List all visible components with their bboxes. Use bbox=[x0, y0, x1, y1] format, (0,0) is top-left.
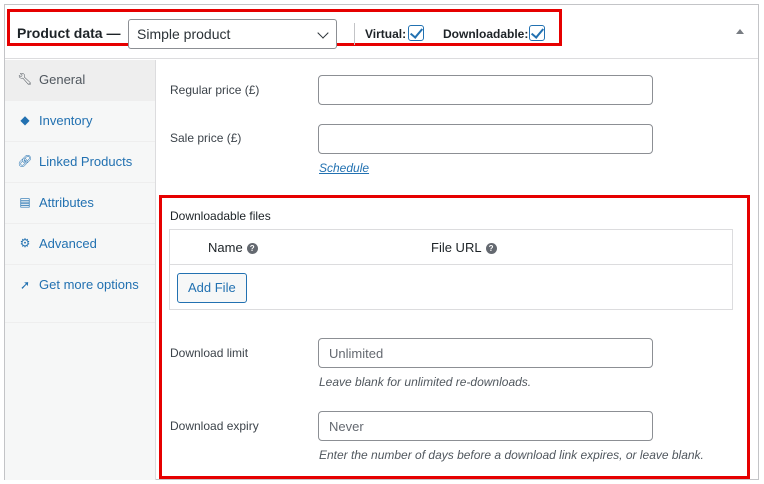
panel-header: Product data — Simple product Virtual: D… bbox=[5, 5, 758, 59]
help-icon[interactable]: ? bbox=[485, 243, 497, 254]
virtual-label: Virtual: bbox=[365, 27, 407, 41]
header-divider bbox=[354, 23, 355, 45]
gear-icon: ⚙ bbox=[19, 236, 31, 250]
collapse-arrow-icon[interactable] bbox=[736, 29, 744, 34]
downloadable-files-table: Name? File URL? Add File bbox=[169, 229, 733, 310]
add-file-button[interactable]: Add File bbox=[177, 273, 247, 303]
sale-price-input[interactable] bbox=[318, 124, 653, 154]
column-name-label: Name bbox=[208, 240, 243, 255]
tab-linked-products[interactable]: 🔗︎ Linked Products bbox=[5, 142, 155, 183]
product-type-select[interactable]: Simple product bbox=[128, 19, 337, 49]
tab-advanced[interactable]: ⚙ Advanced bbox=[5, 224, 155, 265]
tab-general[interactable]: 🔧︎ General bbox=[5, 60, 155, 101]
table-header: Name? File URL? bbox=[170, 230, 732, 265]
tab-get-more-options-text: ➚ Get more options bbox=[17, 275, 139, 295]
help-icon[interactable]: ? bbox=[246, 243, 258, 254]
virtual-checkbox[interactable] bbox=[408, 25, 424, 41]
download-expiry-label: Download expiry bbox=[170, 419, 259, 433]
product-data-tabs: 🔧︎ General ◆ Inventory 🔗︎ Linked Product… bbox=[5, 60, 156, 480]
download-limit-label: Download limit bbox=[170, 346, 249, 360]
download-expiry-input[interactable] bbox=[318, 411, 653, 441]
list-icon: ▤ bbox=[19, 195, 31, 209]
tab-advanced-label: Advanced bbox=[39, 236, 97, 251]
download-limit-input[interactable] bbox=[318, 338, 653, 368]
product-data-panel: Product data — Simple product Virtual: D… bbox=[4, 4, 759, 480]
link-icon: 🔗︎ bbox=[17, 154, 33, 168]
tag-icon: ◆ bbox=[20, 113, 30, 127]
column-name: Name? bbox=[208, 240, 258, 255]
tab-attributes-label: Attributes bbox=[39, 195, 94, 210]
column-file-url-label: File URL bbox=[431, 240, 482, 255]
wrench-icon: 🔧︎ bbox=[17, 72, 33, 86]
tab-inventory[interactable]: ◆ Inventory bbox=[5, 101, 155, 142]
tab-attributes[interactable]: ▤ Attributes bbox=[5, 183, 155, 224]
download-expiry-hint: Enter the number of days before a downlo… bbox=[319, 448, 704, 462]
schedule-link[interactable]: Schedule bbox=[319, 161, 369, 175]
product-type-value: Simple product bbox=[137, 26, 231, 42]
downloadable-checkbox[interactable] bbox=[529, 25, 545, 41]
regular-price-input[interactable] bbox=[318, 75, 653, 105]
chevron-down-icon bbox=[317, 27, 329, 39]
panel-title: Product data — bbox=[17, 25, 121, 41]
plugin-icon: ➚ bbox=[19, 278, 31, 292]
tab-general-label: General bbox=[39, 72, 86, 87]
tab-get-more-options[interactable]: ➚ Get more options bbox=[5, 265, 155, 323]
downloadable-label: Downloadable: bbox=[443, 27, 529, 41]
tab-inventory-label: Inventory bbox=[39, 113, 93, 128]
sale-price-label: Sale price (£) bbox=[170, 131, 242, 145]
regular-price-label: Regular price (£) bbox=[170, 83, 260, 97]
tab-get-more-options-label: Get more options bbox=[39, 277, 139, 292]
downloadable-files-label: Downloadable files bbox=[170, 209, 271, 223]
tab-linked-products-label: Linked Products bbox=[39, 154, 133, 169]
download-limit-hint: Leave blank for unlimited re-downloads. bbox=[319, 375, 532, 389]
column-file-url: File URL? bbox=[431, 240, 497, 255]
